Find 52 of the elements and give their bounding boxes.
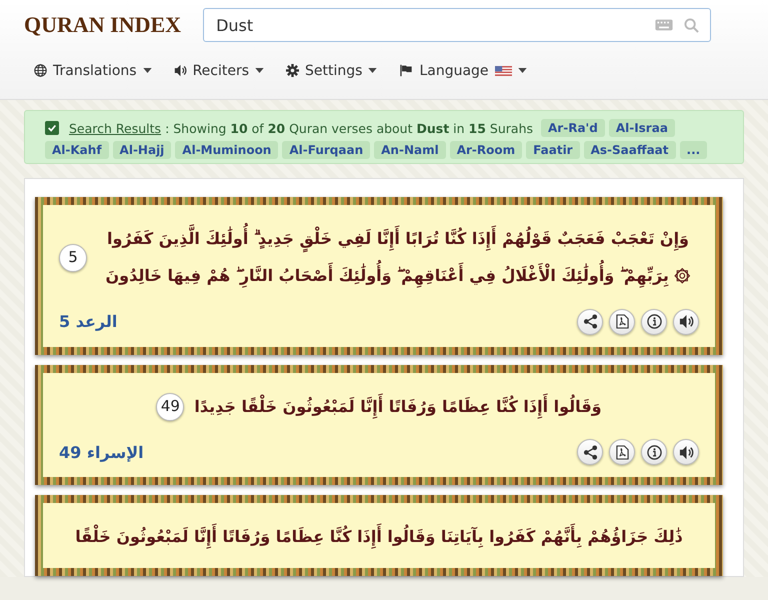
pdf-button[interactable] — [609, 439, 635, 466]
verse-number: 5 — [59, 244, 87, 272]
caret-icon — [368, 68, 378, 74]
pdf-file-icon — [616, 314, 628, 330]
checkmark-icon — [47, 123, 57, 133]
surah-reference-link[interactable]: الرعد 5 — [59, 312, 118, 332]
pdf-button[interactable] — [609, 308, 635, 335]
caret-icon — [518, 68, 527, 74]
checkbox[interactable] — [45, 121, 59, 135]
share-button[interactable] — [577, 439, 603, 466]
surah-tag[interactable]: ... — [680, 141, 708, 159]
surah-tag[interactable]: Al-Muminoon — [175, 141, 278, 159]
share-icon — [582, 314, 598, 330]
info-icon — [646, 444, 662, 460]
nav-menu-button[interactable]: Translations — [28, 58, 158, 83]
results-summary: : Showing 10 of 20 Quran verses about Dust in 15 Surahs — [165, 120, 534, 136]
info-button[interactable] — [641, 439, 667, 466]
surah-tag[interactable]: Al-Hajj — [112, 141, 172, 159]
surah-tag[interactable]: An-Naml — [374, 141, 446, 159]
globe-icon — [34, 64, 47, 78]
audio-button[interactable] — [673, 439, 699, 466]
verse-text: ذَٰلِكَ جَزَاؤُهُمْ بِأَنَّهُمْ كَفَرُوا بِآيَاتِنَا وَقَالُوا أَإِذَا كُنَّا عِظَامًا وَرُفَاتًا أَإِنَّا لَمَبْعُوثُونَ خَلْقًا — [75, 515, 683, 560]
surah-tag[interactable]: As-Saaffaat — [584, 141, 676, 159]
nav-menu-button[interactable]: Settings — [280, 58, 384, 83]
surah-tag[interactable]: Al-Furqaan — [282, 141, 370, 159]
info-button[interactable] — [641, 308, 667, 335]
speaker-icon — [174, 64, 187, 78]
verse-number: 49 — [156, 392, 184, 421]
flag-icon — [399, 64, 414, 78]
surah-tag[interactable]: Ar-Room — [450, 141, 522, 159]
surah-reference-link[interactable]: الإسراء 49 — [59, 442, 144, 462]
caret-icon — [142, 68, 152, 74]
surah-tag[interactable]: Ar-Ra'd — [541, 119, 605, 137]
audio-button[interactable] — [673, 308, 699, 335]
us-flag-icon — [494, 66, 512, 76]
share-icon — [582, 444, 598, 460]
verse-text: وَقَالُوا أَإِذَا كُنَّا عِظَامًا وَرُفَاتًا أَإِنَّا لَمَبْعُوثُونَ خَلْقًا جَدِيدًا — [194, 384, 602, 430]
caret-icon — [255, 68, 264, 74]
site-logo[interactable]: QURAN INDEX — [24, 8, 182, 43]
surah-tag[interactable]: Faatir — [526, 141, 580, 159]
speaker-icon — [678, 314, 694, 330]
share-button[interactable] — [577, 308, 603, 335]
search-results-link[interactable]: Search Results — [69, 120, 162, 136]
speaker-icon — [678, 444, 694, 460]
surah-tag[interactable]: Al-Kahf — [45, 141, 109, 159]
info-icon — [646, 314, 662, 330]
surah-tag[interactable]: Al-Israa — [608, 119, 675, 137]
pdf-file-icon — [616, 444, 628, 460]
nav-menu-button[interactable]: Reciters — [168, 58, 270, 83]
nav-menu-button[interactable]: Language — [393, 58, 533, 83]
verse-text: وَإِنْ تَعْجَبْ فَعَجَبٌ قَوْلُهُمْ أَإِذَا كُنَّا تُرَابًا أَإِنَّا لَفِي خَلْقٍ جَدِيدٍ ۗ أُولَٰئِكَ الَّذِينَ كَفَرُوا ۞ بِرَبِّهِمْ ۖ وَأُولَٰئِكَ الْأَغْلَالُ فِي أَعْنَاقِهِمْ ۖ وَأُولَٰئِكَ أَصْحَابُ النَّارِ ۖ هُمْ فِيهَا خَالِدُونَ — [97, 217, 699, 299]
gear-icon — [286, 64, 300, 78]
